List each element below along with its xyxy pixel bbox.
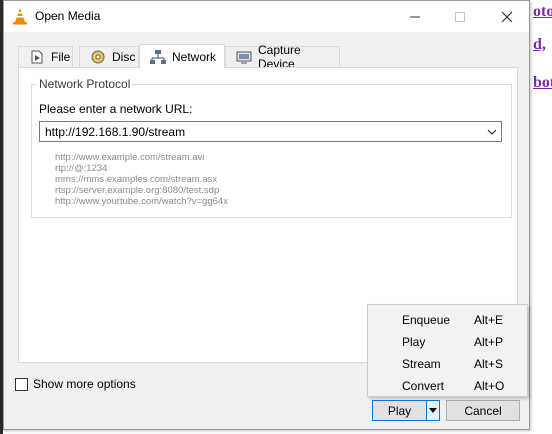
play-button[interactable]: Play <box>373 401 426 420</box>
group-title: Network Protocol <box>37 77 133 91</box>
show-more-options-label[interactable]: Show more options <box>33 377 136 391</box>
minimize-button[interactable] <box>392 1 437 32</box>
menu-item-label: Stream <box>402 357 441 371</box>
menu-item-shortcut: Alt+O <box>474 379 505 393</box>
menu-item-stream[interactable]: Stream Alt+S <box>368 353 527 375</box>
menu-item-shortcut: Alt+E <box>474 313 504 327</box>
tab-label: File <box>51 50 71 64</box>
show-more-options[interactable]: Show more options <box>15 377 136 391</box>
maximize-icon <box>454 11 465 22</box>
close-icon <box>501 11 512 22</box>
tab-disc[interactable]: Disc <box>79 46 139 67</box>
url-example: rtsp://server.example.org:8080/test.sdp <box>55 185 220 196</box>
capture-device-icon <box>236 50 252 64</box>
chevron-down-icon[interactable] <box>486 126 498 138</box>
menu-item-label: Enqueue <box>402 313 451 327</box>
dropdown-arrow-icon <box>429 407 437 413</box>
tab-network[interactable]: Network <box>139 44 225 68</box>
menu-item-play[interactable]: Play Alt+P <box>368 331 527 353</box>
menu-item-label: Convert <box>402 379 445 393</box>
network-url-input[interactable] <box>40 122 480 141</box>
url-examples: http://www.example.com/stream.avi rtp://… <box>55 152 228 207</box>
disc-icon <box>90 50 106 64</box>
network-icon <box>150 49 166 64</box>
menu-item-shortcut: Alt+S <box>474 357 504 371</box>
close-button[interactable] <box>484 1 529 32</box>
title-bar[interactable]: Open Media <box>4 1 529 32</box>
play-dropdown-toggle[interactable] <box>426 400 440 421</box>
tab-file[interactable]: File <box>18 46 73 67</box>
maximize-button[interactable] <box>437 1 482 32</box>
vlc-cone-icon <box>12 7 28 25</box>
url-example: http://www.example.com/stream.avi <box>55 152 205 163</box>
menu-item-shortcut: Alt+P <box>474 335 504 349</box>
tab-capture-device[interactable]: Capture Device <box>225 43 340 71</box>
tab-label: Disc <box>112 50 136 64</box>
tab-label: Network <box>172 49 217 64</box>
background-link[interactable]: bot <box>533 74 552 92</box>
background-link[interactable]: d, <box>533 36 546 54</box>
window-title: Open Media <box>35 9 101 23</box>
menu-item-enqueue[interactable]: Enqueue Alt+E <box>368 309 527 331</box>
file-icon <box>29 50 45 64</box>
network-url-combobox[interactable] <box>39 121 502 142</box>
cancel-button[interactable]: Cancel <box>446 400 520 421</box>
menu-item-label: Play <box>402 335 426 349</box>
url-example: rtp://@:1234 <box>55 163 108 174</box>
play-split-button[interactable]: Play <box>372 400 440 421</box>
show-more-options-checkbox[interactable] <box>15 377 28 391</box>
url-label: Please enter a network URL: <box>39 102 193 116</box>
network-protocol-group: Network Protocol Please enter a network … <box>31 77 512 218</box>
url-example: mms://mms.examples.com/stream.asx <box>55 174 218 185</box>
menu-item-convert[interactable]: Convert Alt+O <box>368 375 527 397</box>
minimize-icon <box>409 16 420 17</box>
background-link[interactable]: oto <box>533 3 552 21</box>
play-dropdown-menu: Enqueue Alt+E Play Alt+P Stream Alt+S Co… <box>367 304 528 397</box>
url-example: http://www.yourtube.com/watch?v=gg64x <box>55 196 228 207</box>
